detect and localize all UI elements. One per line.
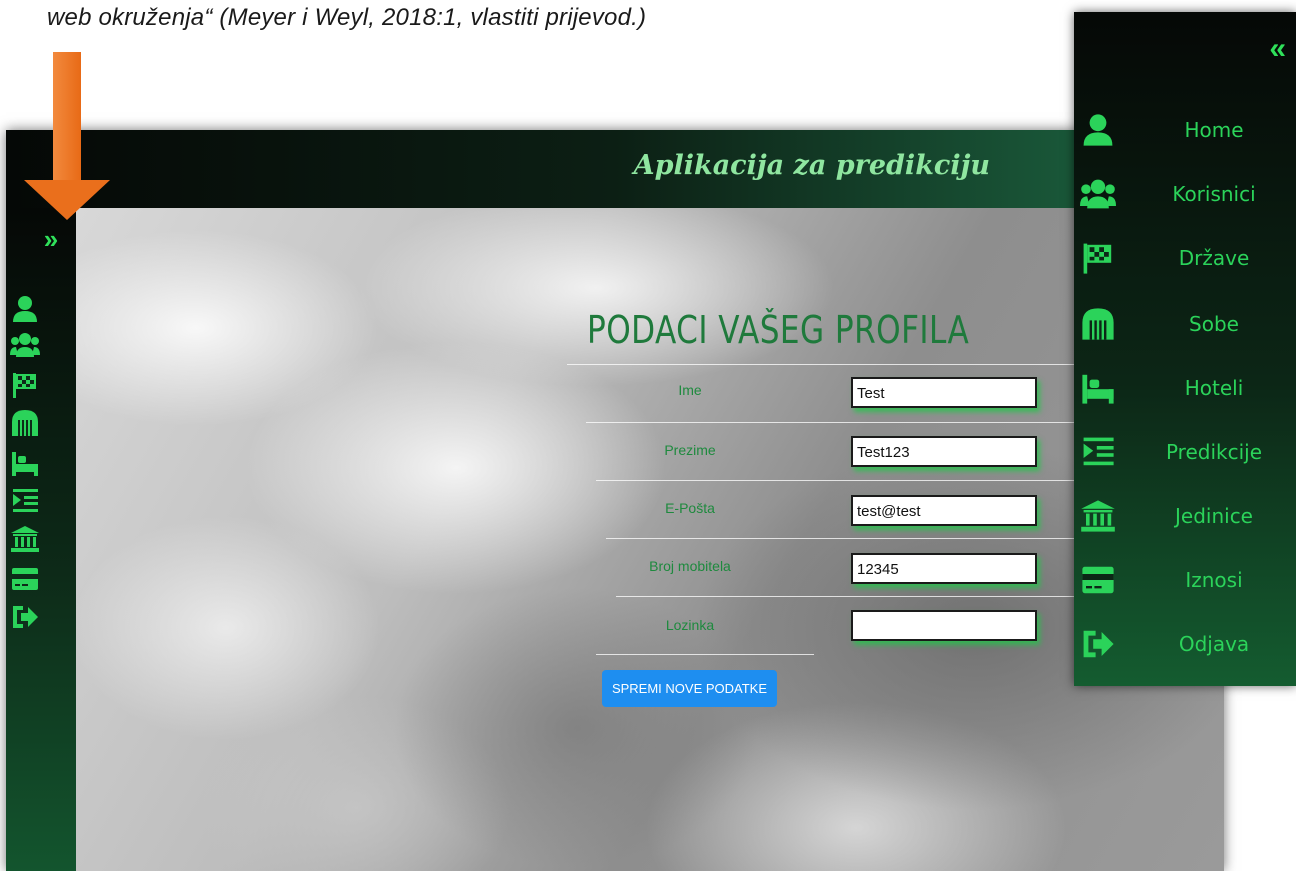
- caption-quote: “: [204, 4, 213, 31]
- sidebar-item-predikcije[interactable]: Predikcije: [1074, 430, 1296, 476]
- expand-sidebar-icon[interactable]: »: [36, 224, 66, 254]
- users-icon: [1080, 179, 1116, 209]
- door-icon[interactable]: [10, 408, 40, 438]
- sidebar-collapsed: »: [6, 208, 76, 871]
- sidebar-item-home[interactable]: Home: [1074, 108, 1296, 154]
- sidebar-item-iznosi[interactable]: Iznosi: [1074, 558, 1296, 604]
- indent-list-icon[interactable]: [10, 486, 40, 516]
- sign-out-icon[interactable]: [10, 602, 40, 632]
- sidebar-item-drzave[interactable]: Države: [1074, 236, 1296, 282]
- ime-input[interactable]: Test: [851, 377, 1037, 408]
- divider: [567, 364, 1127, 365]
- sidebar-item-label: Predikcije: [1165, 440, 1263, 464]
- sidebar-expanded: « Home Korisnici Države Sobe Hoteli Pred…: [1074, 12, 1296, 686]
- collapse-sidebar-icon[interactable]: «: [1269, 34, 1286, 64]
- orange-arrow-shaft: [53, 52, 81, 182]
- sidebar-item-korisnici[interactable]: Korisnici: [1074, 172, 1296, 218]
- app-title: Aplikacija za predikciju: [633, 150, 990, 181]
- sidebar-item-sobe[interactable]: Sobe: [1074, 302, 1296, 348]
- label-lozinka: Lozinka: [665, 617, 715, 633]
- label-broj-mobitela: Broj mobitela: [649, 558, 731, 574]
- bed-icon: [1082, 374, 1114, 404]
- sidebar-item-label: Jedinice: [1175, 504, 1253, 528]
- flag-icon: [1083, 243, 1112, 274]
- flag-icon[interactable]: [10, 370, 40, 400]
- sidebar-item-label: Države: [1178, 246, 1250, 270]
- sidebar-item-label: Odjava: [1178, 632, 1250, 656]
- label-ime: Ime: [678, 382, 702, 398]
- user-icon[interactable]: [10, 294, 40, 324]
- save-button[interactable]: SPREMI NOVE PODATKE: [602, 670, 777, 707]
- label-prezime: Prezime: [664, 442, 716, 458]
- bank-icon[interactable]: [10, 524, 40, 554]
- label-eposta: E-Pošta: [665, 500, 715, 516]
- caption-text: web okruženja“ (Meyer i Weyl, 2018:1, vl…: [47, 4, 646, 32]
- bank-icon: [1081, 500, 1115, 532]
- phone-input[interactable]: 12345: [851, 553, 1037, 584]
- password-input[interactable]: [851, 610, 1037, 641]
- caption-citation: (Meyer i Weyl, 2018:1, vlastiti prijevod…: [212, 4, 647, 31]
- sidebar-item-hoteli[interactable]: Hoteli: [1074, 366, 1296, 412]
- door-icon: [1082, 308, 1114, 340]
- email-input[interactable]: test@test: [851, 495, 1037, 526]
- app-window: Aplikacija za predikciju » PODACI VAŠEG …: [6, 130, 1224, 871]
- divider: [586, 422, 1126, 423]
- orange-arrow-head: [24, 180, 110, 220]
- users-icon[interactable]: [10, 330, 40, 360]
- caption-italic: web okruženja: [47, 4, 205, 31]
- divider: [606, 538, 1126, 539]
- sidebar-item-label: Home: [1184, 118, 1244, 142]
- user-icon: [1083, 114, 1113, 146]
- sidebar-item-label: Hoteli: [1184, 376, 1244, 400]
- sidebar-item-odjava[interactable]: Odjava: [1074, 622, 1296, 668]
- indent-list-icon: [1083, 437, 1114, 466]
- app-header: Aplikacija za predikciju: [6, 130, 1224, 208]
- prezime-input[interactable]: Test123: [851, 436, 1037, 467]
- sign-out-icon: [1083, 630, 1114, 658]
- sidebar-item-label: Korisnici: [1172, 182, 1256, 206]
- credit-card-icon[interactable]: [10, 564, 40, 594]
- divider: [596, 480, 1126, 481]
- form-title: PODACI VAŠEG PROFILA: [587, 308, 970, 352]
- sidebar-item-label: Iznosi: [1185, 568, 1243, 592]
- sidebar-item-label: Sobe: [1189, 312, 1239, 336]
- divider: [616, 596, 1126, 597]
- sidebar-item-jedinice[interactable]: Jedinice: [1074, 494, 1296, 540]
- credit-card-icon: [1082, 566, 1114, 594]
- divider: [596, 654, 814, 655]
- bed-icon[interactable]: [10, 448, 40, 478]
